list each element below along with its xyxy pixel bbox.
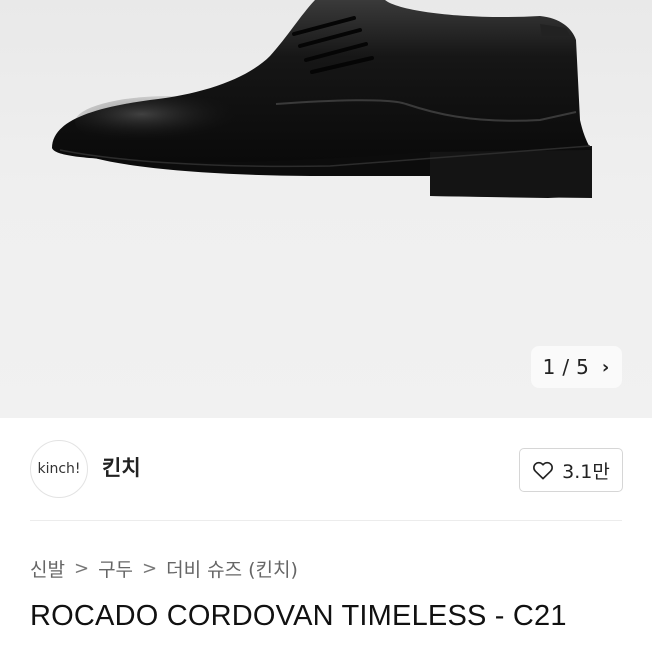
seller-logo-text: kinch!	[37, 461, 81, 477]
seller-logo[interactable]: kinch!	[30, 440, 88, 498]
chevron-right-icon[interactable]: ›	[602, 357, 610, 378]
breadcrumb-separator-icon: >	[142, 557, 158, 579]
seller-row: kinch! 킨치 3.1만	[0, 418, 652, 522]
product-title: ROCADO CORDOVAN TIMELESS - C21	[30, 600, 567, 632]
breadcrumb-separator-icon: >	[73, 557, 90, 579]
product-image-carousel[interactable]: 1 / 5 ›	[0, 0, 652, 418]
breadcrumb: 신발 > 구두 > 더비 슈즈 (킨치)	[30, 554, 298, 582]
image-counter[interactable]: 1 / 5 ›	[531, 346, 622, 388]
breadcrumb-item-shoes[interactable]: 신발	[30, 555, 65, 582]
image-counter-separator: /	[562, 355, 571, 379]
image-counter-current: 1	[542, 355, 557, 379]
divider	[30, 520, 622, 521]
seller-name[interactable]: 킨치	[102, 452, 141, 482]
image-counter-total: 5	[576, 355, 590, 379]
favorite-count: 3.1만	[562, 460, 610, 483]
heart-outline-icon	[533, 461, 554, 480]
breadcrumb-item-derby-shoes[interactable]: 더비 슈즈 (킨치)	[166, 555, 298, 582]
breadcrumb-item-dress-shoes[interactable]: 구두	[98, 555, 133, 582]
product-page: 1 / 5 › kinch! 킨치 3.1만 신발 > 구두 > 더비 슈즈 (…	[0, 0, 652, 652]
favorite-button[interactable]: 3.1만	[519, 448, 623, 492]
